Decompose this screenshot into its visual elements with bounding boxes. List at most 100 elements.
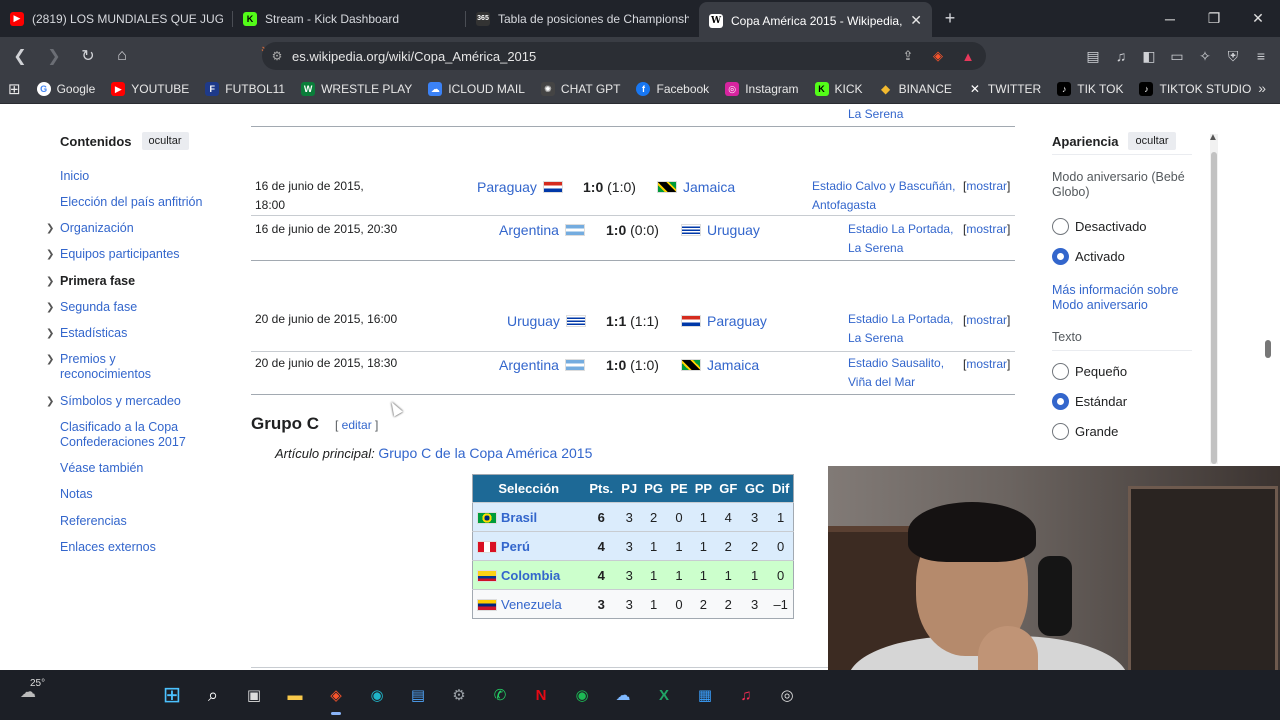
show-label[interactable]: mostrar	[966, 222, 1007, 236]
bookmark-youtube[interactable]: ▶ YOUTUBE	[111, 82, 189, 96]
chevron-right-icon[interactable]: ❯	[46, 221, 54, 236]
tab-youtube[interactable]: ▶ (2819) LOS MUNDIALES QUE JUGÓ B	[0, 0, 233, 37]
chevron-right-icon[interactable]: ❯	[46, 352, 54, 367]
toc-item-organizacion[interactable]: ❯ Organización	[46, 221, 210, 236]
scrollbar-thumb[interactable]	[1211, 152, 1217, 464]
team-name[interactable]: Argentina	[499, 222, 559, 238]
toc-item-eleccion[interactable]: Elección del país anfitrión	[60, 195, 210, 210]
away-team[interactable]: Jamaica	[657, 179, 735, 195]
bookmark-instagram[interactable]: ◎ Instagram	[725, 82, 799, 96]
away-team[interactable]: Uruguay	[681, 222, 760, 238]
team-name[interactable]: Paraguay	[477, 179, 537, 195]
home-team[interactable]: Argentina	[499, 222, 585, 238]
team-name[interactable]: Perú	[501, 539, 530, 554]
panel-scrollbar[interactable]: ▲	[1208, 132, 1218, 464]
wallet-icon[interactable]: ▭	[1166, 42, 1188, 70]
more-info-link[interactable]: Más información sobre Modo aniversario	[1052, 283, 1202, 313]
task-view-icon[interactable]: ▣	[238, 679, 270, 711]
toc-item-primera-fase[interactable]: ❯ Primera fase	[46, 274, 210, 289]
home-team[interactable]: Uruguay	[507, 313, 586, 329]
edge-icon[interactable]: ◉	[361, 679, 393, 711]
radio-button-checked[interactable]	[1052, 393, 1069, 410]
show-toggle[interactable]: [mostrar]	[963, 313, 1010, 327]
radio-activado[interactable]: Activado	[1052, 248, 1125, 265]
toc-item-inicio[interactable]: Inicio	[60, 169, 210, 184]
bookmark-google[interactable]: G Google	[36, 82, 95, 96]
team-name[interactable]: Venezuela	[501, 597, 562, 612]
toc-item-segunda-fase[interactable]: ❯ Segunda fase	[46, 300, 210, 315]
excel-icon[interactable]: X	[648, 679, 680, 711]
team-name[interactable]: Paraguay	[707, 313, 767, 329]
address-bar[interactable]: ⚙ es.wikipedia.org/wiki/Copa_América_201…	[262, 42, 986, 70]
whatsapp-icon[interactable]: ✆	[484, 679, 516, 711]
chevron-right-icon[interactable]: ❯	[46, 394, 54, 409]
toc-item-equipos[interactable]: ❯ Equipos participantes	[46, 247, 210, 262]
start-icon[interactable]: ⊞	[156, 679, 188, 711]
spotify-icon[interactable]: ◉	[566, 679, 598, 711]
team-name[interactable]: Colombia	[501, 568, 560, 583]
toc-item-simbolos[interactable]: ❯ Símbolos y mercadeo	[46, 394, 210, 409]
radio-button-checked[interactable]	[1052, 248, 1069, 265]
radio-grande[interactable]: Grande	[1052, 423, 1118, 440]
toc-item-premios[interactable]: ❯ Premios y reconocimientos	[46, 352, 170, 382]
away-team[interactable]: Paraguay	[681, 313, 767, 329]
menu-icon[interactable]: ≡	[1250, 42, 1272, 70]
restore-icon[interactable]: ❐	[1192, 0, 1236, 37]
radio-pequeno[interactable]: Pequeño	[1052, 363, 1127, 380]
bookmark-wrestle-play[interactable]: W WRESTLE PLAY	[301, 82, 412, 96]
bookmark-twitter[interactable]: ✕ TWITTER	[968, 82, 1041, 96]
bookmark-tiktok[interactable]: ♪ TIK TOK	[1057, 82, 1123, 96]
team-name[interactable]: Uruguay	[707, 222, 760, 238]
chevron-right-icon[interactable]: ❯	[46, 326, 54, 341]
bookmark-icloud-mail[interactable]: ☁ ICLOUD MAIL	[428, 82, 525, 96]
brave-shields-icon[interactable]: ◈	[928, 46, 948, 66]
file-explorer-icon[interactable]: ▬	[279, 679, 311, 711]
brave-rewards-icon[interactable]: ▲	[958, 46, 978, 66]
team-cell[interactable]: Colombia	[472, 560, 585, 590]
chevron-right-icon[interactable]: ❯	[46, 300, 54, 315]
icloud-icon[interactable]: ☁	[607, 679, 639, 711]
obs-icon[interactable]: ◎	[771, 679, 803, 711]
share-icon[interactable]: ⇪	[898, 46, 918, 66]
away-team[interactable]: Jamaica	[681, 357, 759, 373]
radio-button[interactable]	[1052, 218, 1069, 235]
bookmark-tiktok-studio[interactable]: ♪ TIKTOK STUDIO	[1139, 82, 1251, 96]
site-info-icon[interactable]: ⚙	[262, 49, 292, 63]
home-team[interactable]: Argentina	[499, 357, 585, 373]
bookmark-facebook[interactable]: f Facebook	[636, 82, 709, 96]
appearance-hide-button[interactable]: ocultar	[1128, 132, 1176, 150]
show-label[interactable]: mostrar	[966, 313, 1007, 327]
radio-button[interactable]	[1052, 363, 1069, 380]
venue-link[interactable]: La Serena	[848, 105, 903, 124]
tab-wikipedia[interactable]: W Copa América 2015 - Wikipedia, ✕	[699, 2, 932, 39]
media-icon[interactable]: ♫	[1110, 42, 1132, 70]
team-name[interactable]: Brasil	[501, 510, 537, 525]
team-cell[interactable]: Brasil	[472, 502, 585, 532]
bookmark-chat-gpt[interactable]: ✺ CHAT GPT	[540, 82, 620, 96]
home-team[interactable]: Paraguay	[477, 179, 563, 195]
tab-kick[interactable]: K Stream - Kick Dashboard	[233, 0, 466, 37]
radio-button[interactable]	[1052, 423, 1069, 440]
show-toggle[interactable]: [mostrar]	[963, 179, 1010, 193]
bookmark-binance[interactable]: ◆ BINANCE	[879, 82, 952, 96]
vpn-icon[interactable]: ⛨	[1222, 42, 1244, 70]
weather-widget[interactable]: ☁ 25°	[20, 678, 45, 706]
main-article-link[interactable]: Grupo C de la Copa América 2015	[378, 445, 592, 461]
minimize-icon[interactable]: ─	[1148, 0, 1192, 37]
bookmark-futbol11[interactable]: F FUTBOL11	[205, 82, 285, 96]
more-bookmarks-icon[interactable]: »	[1258, 80, 1266, 96]
toc-item-clasificado[interactable]: Clasificado a la Copa Confederaciones 20…	[60, 420, 200, 450]
new-tab-icon[interactable]: +	[932, 0, 968, 37]
radio-estandar[interactable]: Estándar	[1052, 393, 1127, 410]
reload-icon[interactable]: ↻	[74, 42, 102, 70]
toc-item-estadisticas[interactable]: ❯ Estadísticas	[46, 326, 210, 341]
sidebar-icon[interactable]: ▤	[1082, 42, 1104, 70]
toc-item-referencias[interactable]: Referencias	[60, 514, 210, 529]
team-name[interactable]: Jamaica	[683, 179, 735, 195]
back-icon[interactable]: ❮	[6, 42, 34, 70]
bookmark-kick[interactable]: K KICK	[814, 82, 863, 96]
close-tab-icon[interactable]: ✕	[910, 12, 922, 29]
show-toggle[interactable]: [mostrar]	[963, 222, 1010, 236]
extensions-icon[interactable]: ✧	[1194, 42, 1216, 70]
apps-icon[interactable]: ⊞	[8, 80, 21, 98]
